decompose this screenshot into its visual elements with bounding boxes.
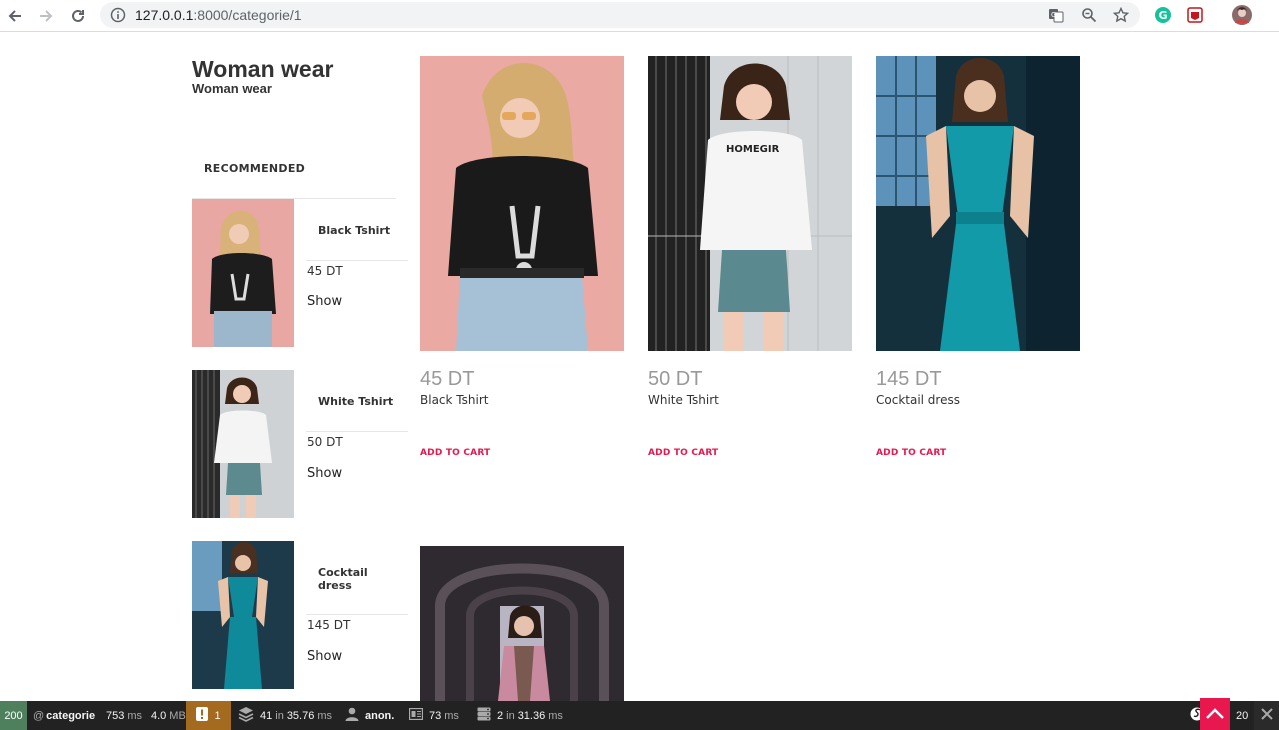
route-prefix: @ xyxy=(33,709,45,722)
close-toolbar-button[interactable] xyxy=(1254,701,1279,730)
add-to-cart-button[interactable]: ADD TO CART xyxy=(648,448,852,458)
cache-time: 31.36 xyxy=(517,709,546,722)
product-price: 145 DT xyxy=(876,368,942,390)
grammarly-icon[interactable]: G xyxy=(1153,5,1173,25)
recommended-item-name: White Tshirt xyxy=(318,395,394,408)
show-link[interactable]: Show xyxy=(307,649,342,664)
db-query-count: 41 xyxy=(260,709,273,722)
user-icon xyxy=(345,707,359,724)
recommended-heading: RECOMMENDED xyxy=(204,162,306,175)
twig-time: 73 xyxy=(429,709,442,722)
product-image[interactable] xyxy=(420,56,624,351)
cache-unit: ms xyxy=(548,709,563,722)
db-unit: ms xyxy=(317,709,333,722)
profile-avatar[interactable] xyxy=(1232,5,1252,25)
symfony-version: 20 xyxy=(1236,709,1249,722)
product-image[interactable] xyxy=(876,56,1080,351)
chevron-up-icon xyxy=(1205,705,1225,724)
extension-icon[interactable] xyxy=(1185,5,1205,25)
divider xyxy=(306,431,408,432)
url-path: :8000/categorie/1 xyxy=(193,7,302,23)
product-price: 45 DT xyxy=(420,368,475,390)
cache-in-label: in xyxy=(506,709,515,722)
translate-icon[interactable]: G xyxy=(1047,6,1065,24)
recommended-item-name: Black Tshirt xyxy=(318,224,391,237)
show-link[interactable]: Show xyxy=(307,294,342,309)
star-icon[interactable] xyxy=(1112,6,1130,24)
reload-icon[interactable] xyxy=(66,4,90,28)
address-bar[interactable]: 127.0.0.1:8000/categorie/1 G xyxy=(100,2,1140,28)
debug-toolbar: 200 @ categorie 753 ms 4.0 MB 1 41 in 35.76 ms… xyxy=(0,701,1279,730)
close-icon xyxy=(1260,708,1273,723)
browser-toolbar: 127.0.0.1:8000/categorie/1 G G xyxy=(0,0,1279,32)
recommended-item: Cocktail dress 145 DT Show xyxy=(192,541,408,689)
product-thumbnail[interactable] xyxy=(192,370,294,518)
cache-icon xyxy=(477,707,491,724)
back-icon[interactable] xyxy=(3,4,27,28)
zoom-icon[interactable] xyxy=(1080,6,1098,24)
route-panel[interactable]: @ categorie xyxy=(33,701,95,730)
recommended-item-price: 50 DT xyxy=(307,435,343,449)
memory-panel[interactable]: 4.0 MB xyxy=(151,701,186,730)
svg-text:HOMEGIR: HOMEGIR xyxy=(726,144,780,155)
recommended-item-price: 145 DT xyxy=(307,618,351,632)
memory-unit: MB xyxy=(169,709,186,722)
product-card xyxy=(420,546,624,701)
warning-icon xyxy=(196,707,209,724)
info-icon[interactable] xyxy=(110,7,126,27)
template-icon xyxy=(408,707,424,723)
divider xyxy=(306,614,408,615)
product-card: 145 DT Cocktail dress ADD TO CART xyxy=(876,56,1080,458)
db-in-label: in xyxy=(275,709,284,722)
add-to-cart-button[interactable]: ADD TO CART xyxy=(876,448,1080,458)
database-panel[interactable]: 41 in 35.76 ms xyxy=(238,701,332,730)
forward-icon[interactable] xyxy=(34,4,58,28)
product-thumbnail[interactable] xyxy=(192,541,294,689)
svg-text:G: G xyxy=(1159,9,1168,22)
route-name: categorie xyxy=(46,709,96,722)
product-image[interactable] xyxy=(420,546,624,701)
product-card: 45 DT Black Tshirt ADD TO CART xyxy=(420,56,624,458)
show-link[interactable]: Show xyxy=(307,466,342,481)
product-name: Black Tshirt xyxy=(420,393,489,407)
database-icon xyxy=(238,706,254,725)
time-unit: ms xyxy=(127,709,143,722)
time-value: 753 xyxy=(106,709,125,722)
product-thumbnail[interactable] xyxy=(192,199,294,347)
user-name: anon. xyxy=(365,709,395,722)
scroll-to-top-button[interactable] xyxy=(1200,698,1230,730)
twig-panel[interactable]: 73 ms xyxy=(408,701,459,730)
page-title: Woman wear xyxy=(192,56,334,82)
recommended-item-name: Cocktail dress xyxy=(318,566,368,592)
url-text[interactable]: 127.0.0.1:8000/categorie/1 xyxy=(135,7,302,23)
recommended-item-price: 45 DT xyxy=(307,264,343,278)
product-name: Cocktail dress xyxy=(876,393,960,407)
warnings-panel[interactable]: 1 xyxy=(186,701,231,730)
add-to-cart-button[interactable]: ADD TO CART xyxy=(420,448,624,458)
product-card: HOMEGIR 50 DT White Tshirt ADD TO CART xyxy=(648,56,852,458)
warning-count: 1 xyxy=(214,709,221,722)
page-subtitle: Woman wear xyxy=(192,81,272,96)
url-host: 127.0.0.1 xyxy=(135,7,194,23)
sidebar: Woman wear Woman wear RECOMMENDED Black … xyxy=(192,56,408,689)
db-time: 35.76 xyxy=(286,709,315,722)
memory-value: 4.0 xyxy=(151,709,167,722)
user-panel[interactable]: anon. xyxy=(345,701,394,730)
twig-unit: ms xyxy=(444,709,459,722)
time-panel[interactable]: 753 ms xyxy=(106,701,142,730)
svg-text:G: G xyxy=(1051,11,1056,19)
cache-panel[interactable]: 2 in 31.36 ms xyxy=(477,701,563,730)
status-badge[interactable]: 200 xyxy=(0,701,27,730)
divider xyxy=(306,260,408,261)
status-code: 200 xyxy=(4,709,23,722)
product-price: 50 DT xyxy=(648,368,703,390)
product-name: White Tshirt xyxy=(648,393,719,407)
recommended-item: Black Tshirt 45 DT Show xyxy=(192,199,408,347)
cache-calls: 2 xyxy=(497,709,504,722)
product-image[interactable]: HOMEGIR xyxy=(648,56,852,351)
recommended-item: White Tshirt 50 DT Show xyxy=(192,370,408,518)
